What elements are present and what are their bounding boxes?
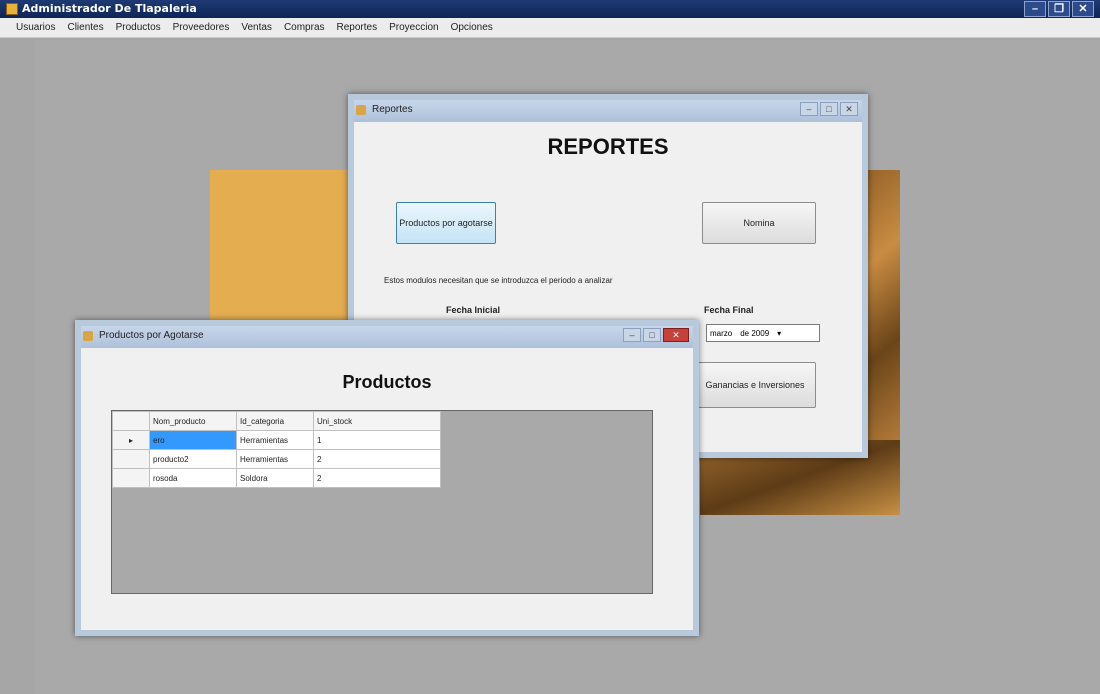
table-header-row: Nom_producto Id_categoria Uni_stock <box>112 411 441 431</box>
row-header-corner <box>112 411 150 431</box>
productos-close-button[interactable]: ✕ <box>663 328 689 342</box>
table-cell[interactable]: producto2 <box>149 449 237 469</box>
chevron-down-icon[interactable]: ▾ <box>777 329 781 338</box>
table-cell[interactable]: Herramientas <box>236 449 314 469</box>
reportes-titlebar[interactable]: Reportes – □ ✕ <box>354 100 862 122</box>
ganancias-inversiones-button[interactable]: Ganancias e Inversiones <box>694 362 816 408</box>
menu-item-productos[interactable]: Productos <box>110 18 167 37</box>
productos-heading: Productos <box>342 372 432 392</box>
table-cell[interactable]: rosoda <box>149 468 237 488</box>
fecha-inicial-label: Fecha Inicial <box>446 305 501 315</box>
table-row[interactable]: ▸ ero Herramientas 1 <box>112 430 441 450</box>
productos-minimize-button[interactable]: – <box>623 328 641 342</box>
app-titlebar[interactable]: Administrador De Tlapaleria – ❐ ✕ <box>0 0 1100 18</box>
restore-button[interactable]: ❐ <box>1048 1 1070 17</box>
period-note: Estos modulos necesitan que se introduzc… <box>384 276 613 285</box>
fecha-final-label: Fecha Final <box>704 305 754 315</box>
menu-item-ventas[interactable]: Ventas <box>235 18 278 37</box>
reportes-window-title: Reportes <box>372 104 413 115</box>
app-icon <box>6 3 18 15</box>
fecha-final-picker[interactable]: marzo de 2009 ▾ <box>706 324 820 342</box>
row-header[interactable] <box>112 468 150 488</box>
menu-item-proyeccion[interactable]: Proyeccion <box>383 18 444 37</box>
reportes-minimize-button[interactable]: – <box>800 102 818 116</box>
menu-item-reportes[interactable]: Reportes <box>331 18 384 37</box>
menu-item-clientes[interactable]: Clientes <box>61 18 109 37</box>
nomina-button[interactable]: Nomina <box>702 202 816 244</box>
column-header-uni-stock[interactable]: Uni_stock <box>313 411 441 431</box>
window-icon <box>356 105 366 115</box>
date-month: marzo <box>710 328 733 338</box>
row-header[interactable] <box>112 449 150 469</box>
table-cell[interactable]: 2 <box>313 468 441 488</box>
table-row[interactable]: producto2 Herramientas 2 <box>112 449 441 469</box>
products-table: Nom_producto Id_categoria Uni_stock ▸ er… <box>112 411 441 488</box>
current-row-arrow-icon[interactable]: ▸ <box>112 430 150 450</box>
column-header-id-categoria[interactable]: Id_categoria <box>236 411 314 431</box>
menu-item-usuarios[interactable]: Usuarios <box>10 18 61 37</box>
app-title: Administrador De Tlapaleria <box>22 2 197 15</box>
productos-window: Productos por Agotarse – □ ✕ Productos N… <box>75 320 699 636</box>
productos-por-agotarse-button[interactable]: Productos por agotarse <box>396 202 496 244</box>
table-cell[interactable]: ero <box>149 430 237 450</box>
date-year: de 2009 <box>740 328 770 338</box>
minimize-button[interactable]: – <box>1024 1 1046 17</box>
table-cell[interactable]: Herramientas <box>236 430 314 450</box>
reportes-close-button[interactable]: ✕ <box>840 102 858 116</box>
window-icon <box>83 331 93 341</box>
menu-item-opciones[interactable]: Opciones <box>445 18 499 37</box>
menu-bar: Usuarios Clientes Productos Proveedores … <box>0 18 1100 38</box>
table-cell[interactable]: Soldora <box>236 468 314 488</box>
table-cell[interactable]: 1 <box>313 430 441 450</box>
column-header-nom-producto[interactable]: Nom_producto <box>149 411 237 431</box>
main-window: Administrador De Tlapaleria – ❐ ✕ Usuari… <box>0 0 1100 694</box>
productos-titlebar[interactable]: Productos por Agotarse – □ ✕ <box>81 326 693 348</box>
table-cell[interactable]: 2 <box>313 449 441 469</box>
close-button[interactable]: ✕ <box>1072 1 1094 17</box>
productos-window-title: Productos por Agotarse <box>99 330 204 341</box>
productos-maximize-button[interactable]: □ <box>643 328 661 342</box>
table-row[interactable]: rosoda Soldora 2 <box>112 468 441 488</box>
reportes-heading: REPORTES <box>547 134 669 159</box>
menu-item-compras[interactable]: Compras <box>278 18 331 37</box>
reportes-maximize-button[interactable]: □ <box>820 102 838 116</box>
products-data-grid[interactable]: Nom_producto Id_categoria Uni_stock ▸ er… <box>111 410 653 594</box>
menu-item-proveedores[interactable]: Proveedores <box>167 18 236 37</box>
